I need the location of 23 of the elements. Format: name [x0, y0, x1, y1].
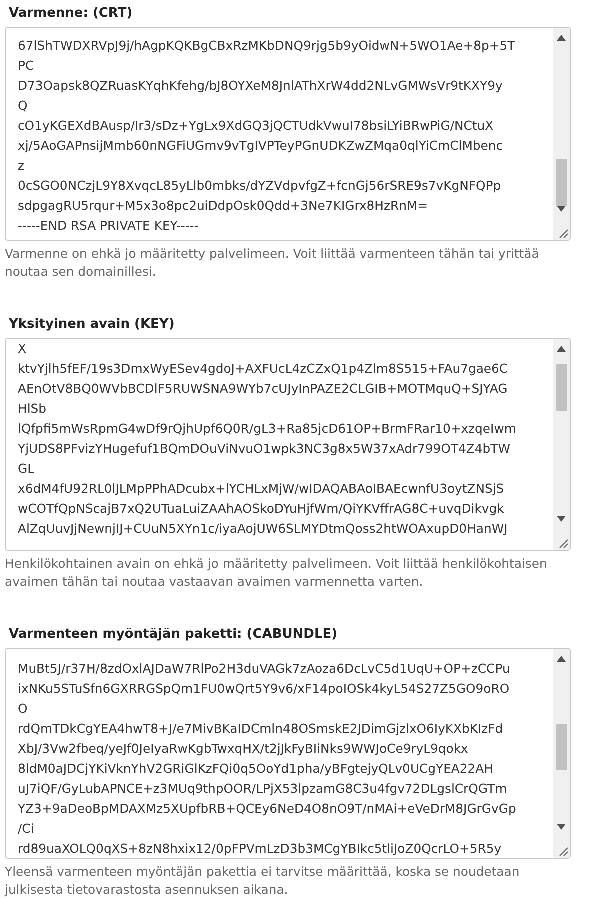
help-text: Varmenne on ehkä jo määritetty palvelimeen. Voit liittää varmenteen tähän tai yrittää noutaa sen domainillesi. — [5, 245, 540, 281]
resize-grip-icon[interactable] — [557, 845, 569, 857]
scroll-thumb[interactable] — [556, 364, 567, 411]
field-label: Varmenteen myöntäjän paketti: (CABUNDLE) — [8, 627, 339, 642]
scroll-down-icon[interactable] — [557, 516, 566, 522]
resize-grip-icon[interactable] — [557, 537, 569, 549]
text-area[interactable]: MuBt5J/r37H/8zdOxlAJDaW7RlPo2H3duVAGk7zAoza6DcLvC5d1UqU+OP+zCCPu ixNKu5STuSfn6GXRRGSpQm1FU0wQrt5Y9v6/xF14poIOSk4kyL54S27Z5GO9oRO O rdQmTDkCgYEA4hwT8+J/e7MivBKaIDCmln48OSmskE2JDimGjzlxO6IyKXbKIzFd XbJ/3Vw2fbeq/yeJf0JeIyaRwKgbTwxqHX/t2jJkFyBIiNks9WWJoCe9ryL9qokx 8ldM0aJDCjYKiVknYhV2GRiGlKzFQi0q5OoYd1pha/yBFgtejyQLv0UCgYEA22AH uJ7iQF/GyLubAPNCE+z3MUq9thpOOR/LPjX53lpzamG8C3u4fgv72DLgslCrQGTm YZ3+9aDeoBpMDAXMz5XUpfbRB+QCEy6NeD4O8nO9T/nMAi+eVeDrM8JGrGvGp /Ci rd89uaXOLQ0qXS+8zN8hxix12/0pFPVmLzD3b3MCgYBIkc5tliJoZ0QcrLO+5R5y — [5, 648, 571, 859]
resize-grip-icon[interactable] — [557, 227, 569, 239]
scroll-up-icon[interactable] — [557, 346, 566, 352]
help-text: Henkilökohtainen avain on ehkä jo määritetty palvelimeen. Voit liittää henkilökohtaisen avaimen tähän tai noutaa vastaavan avaimen varmennetta varten. — [5, 555, 548, 591]
text-area[interactable]: 67lShTWDXRVpJ9j/hAgpKQKBgCBxRzMKbDNQ9rjg5b9yOidwN+5WO1Ae+8p+5T PC D73Oapsk8QZRuasKYqhKfehg/bJ8OYXeM8JnlAThXrW4dd2NLvGMWsVr9tKXY9y Q cO1yKGEXdBAusp/Ir3/sDz+YgLx9XdGQ3jQCTUdkVwuI78bsiLYiBRwPiG/NCtuX xj/5AoGAPnsijMmb60nNGFiUGmv9vTgIVPTeyPGnUDKZwZMqa0qlYiCmClMbenc z 0cSGO0NCzjL9Y8XvqcL85yLlb0mbks/dYZVdpvfgZ+fcnGj56rSRE9s7vKgNFQPp sdpgagRU5rqur+M5x3o8pc2uiDdpOsk0Qdd+3Ne7KIGrx8HzRnM= -----END RSA PRIVATE KEY----- — [5, 27, 571, 241]
scroll-down-icon[interactable] — [557, 824, 566, 830]
scroll-thumb[interactable] — [556, 724, 567, 770]
text-area[interactable]: X ktvYjlh5fEF/19s3DmxWyESev4gdoJ+AXFUcL4zCZxQ1p4Zlm8S515+FAu7gae6C AEnOtV8BQ0WVbBCDlF5RUWSNA9WYb7cUJyInPAZE2CLGIB+MOTMquQ+SJYAG HlSb lQfpfi5mWsRpmG4wDf9rQjhUpf6Q0R/gL3+Ra85jcD61OP+BrmFRar10+xzqeIwm YjUDS8PFvizYHugefuf1BQmDOuViNvuO1wpk3NC3g8x5W37xAdr799OT4Z4bTW GL x6dM4fU92RL0lJLMpPPhADcubx+lYCHLxMjW/wIDAQABAoIBAEcwnfU3oytZNSjS wCOTfQpNScajB7xQ2UTuaLuiZAAhAOSkoDYuHjfWm/QiYKVffrAG8C+uvqDikvgk AlZqUuvJjNewnjIJ+CUuN5XYn1c/iyaAojUW6SLMYDtmQoss2htWOAxupD0HanWJ — [5, 338, 571, 551]
scrollbar[interactable] — [553, 339, 570, 550]
help-text: Yleensä varmenteen myöntäjän pakettia ei tarvitse määrittää, koska se noudetaan julkisesta tietovarastosta asennuksen aikana. — [5, 863, 521, 899]
scroll-up-icon[interactable] — [557, 35, 566, 41]
scroll-up-icon[interactable] — [557, 656, 566, 662]
scrollbar[interactable] — [553, 649, 570, 858]
scroll-thumb[interactable] — [556, 159, 567, 206]
field-label: Yksityinen avain (KEY) — [8, 317, 176, 332]
field-label: Varmenne: (CRT) — [8, 6, 134, 21]
scrollbar[interactable] — [553, 28, 570, 240]
